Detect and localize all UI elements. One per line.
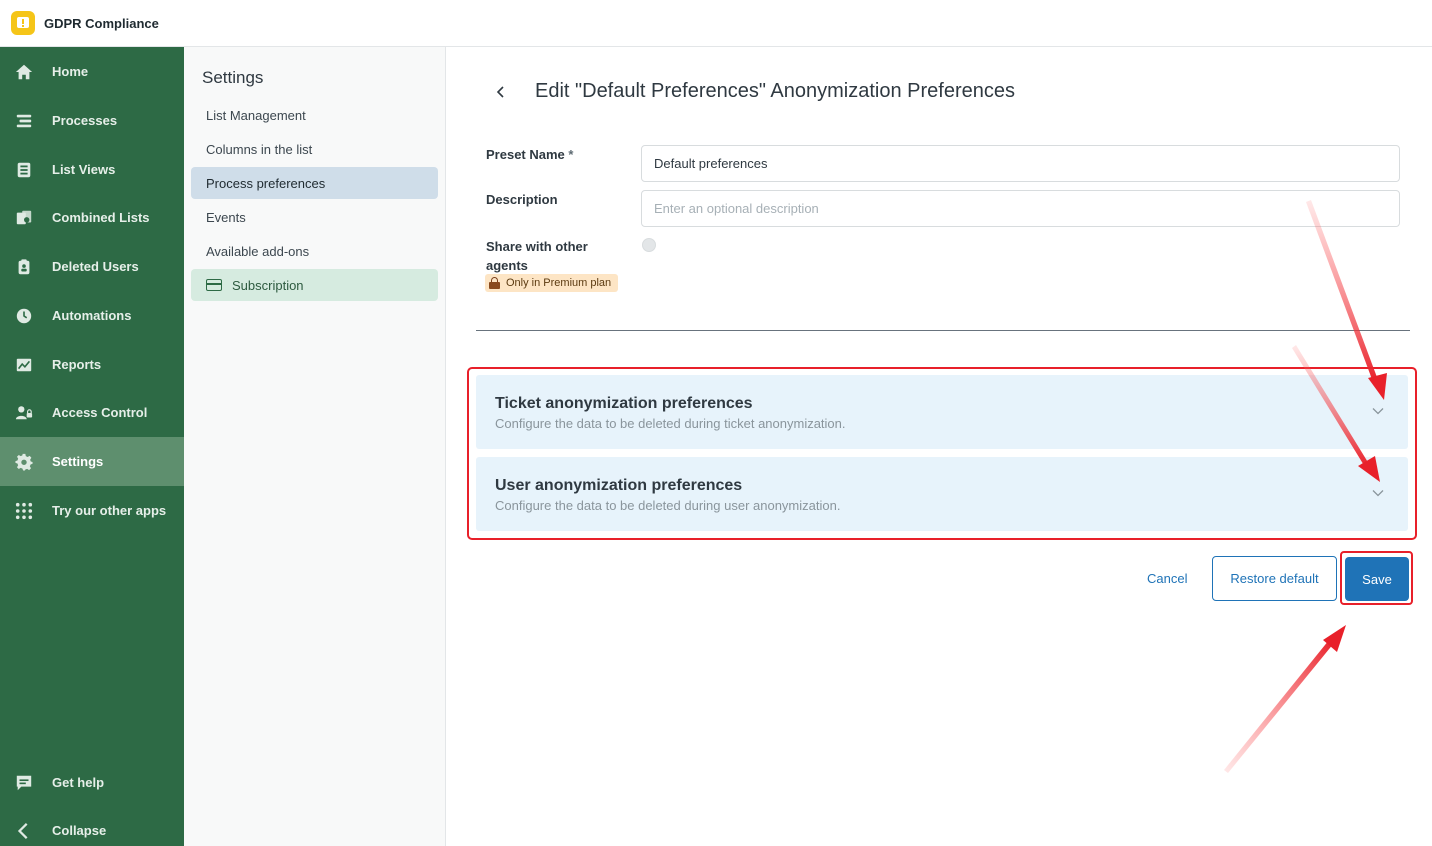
chevron-left-icon xyxy=(496,86,504,98)
settings-item-subscription[interactable]: Subscription xyxy=(191,269,438,301)
required-marker: * xyxy=(568,147,574,162)
nav-item-label: Processes xyxy=(52,113,118,128)
list-views-icon xyxy=(14,160,34,180)
restore-default-button[interactable]: Restore default xyxy=(1212,556,1337,601)
nav-item-home[interactable]: Home xyxy=(0,47,184,96)
user-anonymization-accordion[interactable]: User anonymization preferences Configure… xyxy=(476,457,1408,531)
main-content: Edit "Default Preferences" Anonymization… xyxy=(446,47,1432,846)
chevron-left-icon xyxy=(14,821,34,841)
settings-item-label: Available add-ons xyxy=(206,243,310,259)
app-title: GDPR Compliance xyxy=(44,15,159,31)
settings-item-list-management[interactable]: List Management xyxy=(191,99,438,131)
nav-item-label: Get help xyxy=(52,775,105,790)
share-with-agents-toggle[interactable] xyxy=(642,238,656,252)
nav-item-label: Collapse xyxy=(52,823,107,838)
nav-item-processes[interactable]: Processes xyxy=(0,96,184,145)
preset-name-input[interactable] xyxy=(641,145,1400,182)
chevron-down-icon xyxy=(1372,408,1384,415)
page-title: Edit "Default Preferences" Anonymization… xyxy=(535,80,1015,102)
gear-icon xyxy=(14,452,34,472)
main-navigation: Home Processes List Views Combined Lists… xyxy=(0,47,184,846)
settings-item-label: Process preferences xyxy=(206,175,326,191)
app-logo-icon xyxy=(11,11,35,35)
nav-item-label: Automations xyxy=(52,308,132,323)
preset-name-label-text: Preset Name xyxy=(486,147,565,162)
processes-icon xyxy=(14,111,34,131)
settings-title: Settings xyxy=(202,68,264,87)
nav-item-label: Reports xyxy=(52,357,102,372)
nav-item-combined-lists[interactable]: Combined Lists xyxy=(0,193,184,242)
chart-icon xyxy=(14,355,34,375)
nav-item-label: Deleted Users xyxy=(52,259,139,274)
settings-item-label: Subscription xyxy=(232,277,304,293)
accordion-title: Ticket anonymization preferences xyxy=(495,395,753,412)
nav-item-get-help[interactable]: Get help xyxy=(0,758,184,807)
nav-item-label: Access Control xyxy=(52,405,148,420)
nav-item-try-other-apps[interactable]: Try our other apps xyxy=(0,486,184,535)
save-button[interactable]: Save xyxy=(1345,557,1409,601)
cancel-button[interactable]: Cancel xyxy=(1147,571,1187,586)
premium-plan-badge: Only in Premium plan xyxy=(485,274,619,292)
grid-icon xyxy=(14,501,34,521)
settings-item-label: Columns in the list xyxy=(206,141,313,157)
share-with-agents-label: Share with other agents xyxy=(486,239,588,273)
settings-item-columns-in-list[interactable]: Columns in the list xyxy=(191,133,438,165)
settings-item-events[interactable]: Events xyxy=(191,201,438,233)
combined-lists-icon xyxy=(14,208,34,228)
user-lock-icon xyxy=(14,403,34,423)
description-input[interactable] xyxy=(641,190,1400,227)
description-label: Description xyxy=(486,192,558,207)
home-icon xyxy=(14,62,34,82)
nav-item-collapse[interactable]: Collapse xyxy=(0,806,184,846)
premium-badge-text: Only in Premium plan xyxy=(506,277,612,289)
nav-item-label: Combined Lists xyxy=(52,210,150,225)
settings-panel: Settings List Management Columns in the … xyxy=(184,47,446,846)
settings-item-label: List Management xyxy=(206,107,306,123)
top-bar: GDPR Compliance xyxy=(0,0,1432,47)
nav-item-label: Try our other apps xyxy=(52,503,167,518)
deleted-users-icon xyxy=(14,257,34,277)
nav-item-settings[interactable]: Settings xyxy=(0,437,184,486)
credit-card-icon xyxy=(206,279,222,291)
preset-name-label: Preset Name * xyxy=(486,147,573,162)
nav-item-automations[interactable]: Automations xyxy=(0,291,184,340)
back-button[interactable] xyxy=(492,81,510,103)
chat-icon xyxy=(14,773,34,793)
chevron-down-icon xyxy=(1372,490,1384,497)
section-divider xyxy=(476,330,1410,331)
nav-item-label: Home xyxy=(52,64,89,79)
accordion-title: User anonymization preferences xyxy=(495,477,743,494)
nav-item-deleted-users[interactable]: Deleted Users xyxy=(0,242,184,291)
clock-icon xyxy=(14,306,34,326)
settings-item-available-add-ons[interactable]: Available add-ons xyxy=(191,235,438,267)
settings-item-process-preferences[interactable]: Process preferences xyxy=(191,167,438,199)
lock-icon xyxy=(489,277,500,289)
nav-item-reports[interactable]: Reports xyxy=(0,340,184,389)
nav-item-access-control[interactable]: Access Control xyxy=(0,388,184,437)
nav-item-label: Settings xyxy=(52,454,104,469)
nav-item-list-views[interactable]: List Views xyxy=(0,145,184,194)
nav-item-label: List Views xyxy=(52,162,116,177)
settings-item-label: Events xyxy=(206,209,246,225)
accordion-description: Configure the data to be deleted during … xyxy=(495,416,846,431)
accordion-description: Configure the data to be deleted during … xyxy=(495,498,841,513)
ticket-anonymization-accordion[interactable]: Ticket anonymization preferences Configu… xyxy=(476,375,1408,449)
